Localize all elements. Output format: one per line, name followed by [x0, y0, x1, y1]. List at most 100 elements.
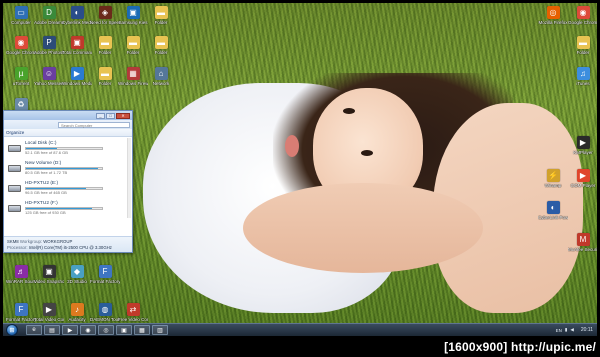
desktop-shortcut[interactable]: ▦Windows Firewall — [118, 67, 148, 97]
desktop-shortcut[interactable]: ▬ Folder — [146, 6, 176, 36]
desktop-shortcut[interactable]: ◉ Google Chrome — [6, 36, 36, 66]
desktop-shortcut[interactable]: ▬ Folder — [90, 67, 120, 97]
powerdvd-icon: ◐ — [546, 201, 560, 214]
drive-name: HD-PXTU2 (E:) — [25, 181, 59, 186]
media-icon: ▶ — [70, 67, 84, 80]
shortcut-label: Folder — [98, 50, 112, 55]
window-titlebar[interactable]: _ □ ✕ — [4, 111, 132, 120]
folder-icon: ▬ — [154, 36, 168, 49]
close-button[interactable]: ✕ — [116, 112, 130, 119]
language-indicator[interactable]: EN — [556, 328, 562, 333]
shortcut-label: Format Factory — [90, 279, 120, 284]
drive-free-space: 52.1 GB free of 87.6 GB — [25, 150, 68, 155]
shortcut-label: Computer — [11, 20, 31, 25]
image-caption: [1600x900] http://upic.me/ — [444, 339, 596, 354]
details-pane: SKM8 Workgroup: WORKGROUP Processor: Int… — [4, 236, 132, 252]
explorer-window[interactable]: _ □ ✕ Search Computer Organize Local Dis… — [3, 110, 133, 253]
clock[interactable]: 20:11 — [581, 327, 593, 333]
desktop-shortcut[interactable]: PAdobe Photoshop — [34, 36, 64, 66]
desktop-shortcut[interactable]: ▬ Folder — [90, 36, 120, 66]
network-tray-icon[interactable]: ▮ — [565, 327, 567, 333]
desktop-shortcut[interactable]: ◉ Google Chrome — [568, 6, 597, 36]
game-icon: ◈ — [98, 6, 112, 19]
pinned-apps: e ▤ ▶ ◉ ◎ ▣ ▦ ▥ — [24, 325, 168, 335]
firewall-icon: ▦ — [126, 67, 140, 80]
windows-start-icon[interactable]: ⊞ — [6, 324, 18, 336]
drive-item[interactable]: HD-PXTU2 (F:) 125 GB free of 930 GB — [8, 200, 130, 216]
desktop-shortcut[interactable]: ▭ Computer — [6, 6, 36, 36]
ie-icon[interactable]: e — [26, 325, 42, 335]
folder-icon: ▬ — [98, 67, 112, 80]
drive-name: HD-PXTU2 (F:) — [25, 201, 58, 206]
shortcut-label: Total Commander — [62, 50, 92, 55]
hard-drive-icon — [8, 164, 21, 172]
explorer-icon[interactable]: ▤ — [44, 325, 60, 335]
desktop-shortcut[interactable]: ◐CyberLink PowerDVD — [538, 201, 568, 231]
workgroup-value: WORKGROUP — [43, 239, 73, 244]
shortcut-label: Adobe Photoshop — [34, 50, 64, 55]
shortcut-label: Winamp — [544, 183, 562, 188]
desktop-shortcut[interactable]: DAdobe Dreamweaver — [34, 6, 64, 36]
desktop-shortcut[interactable]: ▶ KMPlayer — [568, 136, 597, 166]
shortcut-label: Format Factory — [6, 317, 36, 322]
media-player-icon[interactable]: ▶ — [62, 325, 78, 335]
desktop-shortcut[interactable]: ◆ 3D Studio — [62, 265, 92, 295]
desktop-shortcut[interactable]: ▬ Folder — [568, 36, 597, 66]
desktop-shortcut[interactable]: ⚡ Winamp — [538, 169, 568, 199]
taskbar: ⊞ e ▤ ▶ ◉ ◎ ▣ ▦ ▥ EN ▮ ◀ 20:11 — [3, 323, 597, 336]
minimize-button[interactable]: _ — [96, 112, 105, 119]
computer-name: SKM8 — [7, 239, 19, 244]
processor-value: Intel(R) Core(TM) i5-2500 CPU @ 3.30GHz — [28, 245, 112, 250]
wallpaper-eye — [343, 108, 355, 114]
desktop: ▭ComputerDAdobe Dreamweaver◐Cyberlink Me… — [3, 3, 597, 336]
desktop-shortcut[interactable]: ⌂ Network — [146, 67, 176, 97]
organize-button[interactable]: Organize — [6, 130, 24, 135]
desktop-shortcut[interactable]: ♫ iTunes — [568, 67, 597, 97]
shortcut-label: Google Chrome — [568, 20, 597, 25]
shortcut-label: Samsung Kies — [118, 20, 148, 25]
desktop-shortcut[interactable]: ▬ Folder — [146, 36, 176, 66]
desktop-shortcut[interactable]: ◎ Mozilla Firefox — [538, 6, 568, 36]
desktop-shortcut[interactable]: ▣ Samsung Kies — [118, 6, 148, 36]
drive-list: Local Disk (C:) 52.1 GB free of 87.6 GB Ne… — [4, 137, 132, 216]
shortcut-label: uTorrent — [12, 81, 30, 86]
shortcut-label: WinRAR Sound Editor — [6, 279, 36, 284]
chrome-icon[interactable]: ◉ — [80, 325, 96, 335]
search-input[interactable]: Search Computer — [58, 121, 130, 128]
app-icon: ▣ — [126, 6, 140, 19]
address-bar[interactable]: Search Computer — [4, 120, 132, 129]
desktop-shortcut[interactable]: MMcAfee Security — [568, 233, 597, 263]
desktop-shortcut[interactable]: ♬WinRAR Sound Editor — [6, 265, 36, 295]
desktop-shortcut[interactable]: ▣Video Snapshots — [34, 265, 64, 295]
desktop-shortcut[interactable]: ◈ Need for Speed — [90, 6, 120, 36]
shortcut-label: Cyberlink Media Suite — [62, 20, 92, 25]
maximize-button[interactable]: □ — [106, 112, 115, 119]
app-icon[interactable]: ▦ — [134, 325, 150, 335]
drive-item[interactable]: New Volume (D:) 80.5 GB free of 1.72 TB — [8, 160, 130, 176]
app-icon: ▣ — [70, 36, 84, 49]
desktop-shortcut[interactable]: µ uTorrent — [6, 67, 36, 97]
app-icon[interactable]: ▣ — [116, 325, 132, 335]
drive-item[interactable]: HD-PXTU2 (E:) 96.5 GB free of 465 GB — [8, 180, 130, 196]
chrome-icon: ◉ — [576, 6, 590, 19]
desktop-shortcut[interactable]: F Format Factory — [90, 265, 120, 295]
toolbar: Organize — [4, 129, 132, 137]
3d-icon: ◆ — [70, 265, 84, 278]
scrollbar[interactable] — [127, 138, 131, 218]
shortcut-label: Folder — [98, 81, 112, 86]
desktop-shortcut[interactable]: ◐Cyberlink Media Suite — [62, 6, 92, 36]
folder-icon: ▬ — [126, 36, 140, 49]
firefox-icon[interactable]: ◎ — [98, 325, 114, 335]
app-icon[interactable]: ▥ — [152, 325, 168, 335]
volume-tray-icon[interactable]: ◀ — [570, 327, 573, 333]
chrome-icon: ◉ — [14, 36, 28, 49]
desktop-shortcut[interactable]: ▬ Folder — [118, 36, 148, 66]
desktop-shortcut[interactable]: ▶ GOM Player — [568, 169, 597, 199]
gom-player-icon: ▶ — [576, 169, 590, 182]
desktop-shortcut[interactable]: ▣Total Commander — [62, 36, 92, 66]
shortcut-label: Need for Speed — [90, 20, 120, 25]
desktop-shortcut[interactable]: ☺Yahoo Messenger — [34, 67, 64, 97]
drive-item[interactable]: Local Disk (C:) 52.1 GB free of 87.6 GB — [8, 140, 130, 156]
shortcut-label: McAfee Security — [568, 247, 597, 252]
desktop-shortcut[interactable]: ▶ Windows Media — [62, 67, 92, 97]
